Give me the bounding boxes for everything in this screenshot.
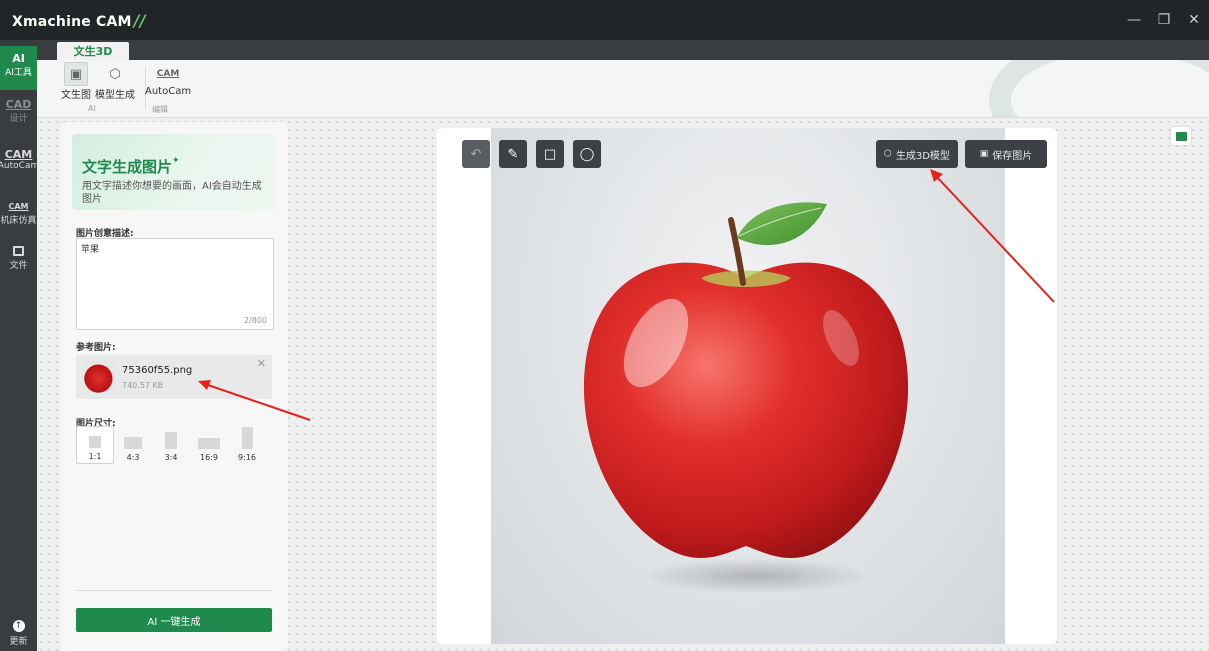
machine-sim-icon: CAM [8, 202, 29, 211]
rail-item-autocam[interactable]: CAM AutoCam [0, 148, 40, 184]
ratio-label: 16:9 [200, 453, 218, 462]
cam-icon: CAM [156, 69, 180, 79]
rail-item-label: 文件 [9, 261, 28, 271]
logo-slash-icon: // [133, 10, 146, 30]
cam-icon: CAM [4, 148, 33, 161]
ratio-option-3-4[interactable]: 3:4 [152, 426, 190, 464]
circle-button[interactable]: ◯ [573, 140, 601, 168]
rail-item-label: 更新 [9, 637, 28, 647]
ratio-shape [198, 438, 220, 449]
ratio-label: 4:3 [126, 453, 140, 462]
close-button[interactable]: ✕ [1179, 0, 1209, 40]
app-title-text: Xmachine CAM [12, 13, 132, 30]
ribbon-button-label: AutoCam [145, 86, 192, 97]
save-image-button[interactable]: ▣ 保存图片 [965, 140, 1047, 168]
rail-item-label: 机床仿真 [0, 216, 37, 226]
reference-label: 参考图片: [76, 343, 116, 353]
text-to-image-button[interactable]: ▣ 文生图 [61, 62, 91, 101]
ratio-shape [165, 432, 177, 449]
ratio-option-1-1[interactable]: 1:1 [76, 426, 114, 464]
ratio-label: 3:4 [164, 453, 178, 462]
sparkle-icon: ✦ [172, 156, 180, 166]
panel-title: 文字生成图片✦ [82, 156, 180, 177]
generate-3d-label: 生成3D模型 [895, 150, 950, 162]
ribbon-button-label: 模型生成 [95, 90, 135, 101]
ribbon-decoration [989, 60, 1209, 117]
ribbon: ▣ 文生图 ⬡ 模型生成 AI CAM AutoCam 编辑 [37, 60, 1209, 118]
ratio-option-9-16[interactable]: 9:16 [228, 426, 266, 464]
reference-thumbnail [84, 361, 116, 393]
ratio-shape [241, 427, 253, 449]
ratio-shape [124, 437, 142, 449]
undo-button[interactable]: ↶ [462, 140, 490, 168]
save-image-label: 保存图片 [992, 150, 1033, 162]
reference-file-size: 740.57 KB [122, 381, 164, 390]
text-to-image-panel: 文字生成图片✦ 用文字描述你想要的画面，AI会自动生成图片 图片创意描述: 苹果… [60, 122, 288, 651]
rail-item-machine-sim[interactable]: CAM 机床仿真 [0, 200, 37, 236]
generate-button[interactable]: AI 一键生成 [76, 608, 272, 632]
title-bar: Xmachine CAM// — ❐ ✕ [0, 0, 1209, 40]
ratio-label: 9:16 [238, 453, 256, 462]
restore-button[interactable]: ❐ [1149, 0, 1179, 40]
prompt-value: 苹果 [81, 245, 100, 255]
rail-item-label: AutoCam [0, 161, 40, 171]
cube-sparkle-icon: ⬡ [109, 66, 121, 82]
undo-icon: ↶ [470, 146, 482, 162]
tab-text-to-3d[interactable]: 文生3D [57, 42, 129, 60]
ratio-selector: 1:1 4:3 3:4 16:9 9:16 [76, 426, 274, 466]
generated-image [491, 128, 1005, 644]
circle-icon: ◯ [579, 146, 595, 162]
ribbon-button-label: 文生图 [61, 90, 91, 101]
rail-item-design[interactable]: CAD 设计 [0, 98, 37, 132]
ribbon-tabstrip: 文生3D [37, 40, 1209, 60]
ribbon-group-label: AI [88, 104, 96, 113]
model-generate-button[interactable]: ⬡ 模型生成 [95, 62, 135, 102]
upload-icon: ↑ [12, 620, 25, 632]
reference-file-name: 75360f55.png [122, 365, 193, 376]
rail-item-label: AI工具 [5, 68, 32, 78]
ratio-label: 1:1 [88, 452, 102, 461]
cad-icon: CAD [5, 98, 32, 111]
rail-item-file[interactable]: 文件 [0, 246, 37, 282]
window-controls: — ❐ ✕ [1119, 0, 1209, 40]
panel-subtitle: 用文字描述你想要的画面，AI会自动生成图片 [82, 181, 262, 205]
draw-button[interactable]: ✎ [499, 140, 527, 168]
panel-title-text: 文字生成图片 [82, 158, 173, 176]
ratio-option-4-3[interactable]: 4:3 [114, 426, 152, 464]
rail-item-label: 设计 [9, 114, 28, 124]
image-gallery-icon [1175, 131, 1187, 141]
minimize-button[interactable]: — [1119, 0, 1149, 40]
prompt-input[interactable]: 苹果 2/800 [76, 238, 274, 330]
folder-icon [13, 246, 24, 256]
ratio-option-16-9[interactable]: 16:9 [190, 426, 228, 464]
ai-icon: AI [12, 52, 25, 65]
autocam-button[interactable]: CAM AutoCam [145, 62, 191, 97]
app-title: Xmachine CAM// [12, 11, 146, 30]
image-gallery-button[interactable] [1171, 127, 1191, 145]
generate-3d-model-button[interactable]: ⬡ 生成3D模型 [876, 140, 958, 168]
close-icon[interactable]: ✕ [257, 357, 266, 370]
rectangle-icon: □ [543, 146, 557, 162]
cube-icon: ⬡ [884, 149, 892, 159]
pen-icon: ✎ [507, 146, 519, 162]
ratio-shape [89, 436, 101, 448]
panel-divider [76, 590, 272, 591]
image-sparkle-icon: ▣ [64, 62, 88, 86]
panel-header: 文字生成图片✦ 用文字描述你想要的画面，AI会自动生成图片 [72, 134, 276, 210]
image-preview-panel: ↶ ✎ □ ◯ ⬡ 生成3D模型 ▣ 保存图片 [437, 128, 1057, 644]
rectangle-button[interactable]: □ [536, 140, 564, 168]
rail-item-update[interactable]: ↑ 更新 [0, 620, 37, 650]
save-icon: ▣ [979, 149, 989, 159]
prompt-counter: 2/800 [243, 316, 267, 325]
apple-illustration [583, 202, 909, 559]
ribbon-group-label: 编辑 [152, 105, 168, 114]
rail-item-ai-tools[interactable]: AI AI工具 [0, 46, 37, 90]
left-rail: AI AI工具 CAD 设计 CAM AutoCam CAM 机床仿真 文件 ↑… [0, 40, 40, 651]
reference-file-card[interactable]: 75360f55.png 740.57 KB ✕ [76, 355, 272, 399]
